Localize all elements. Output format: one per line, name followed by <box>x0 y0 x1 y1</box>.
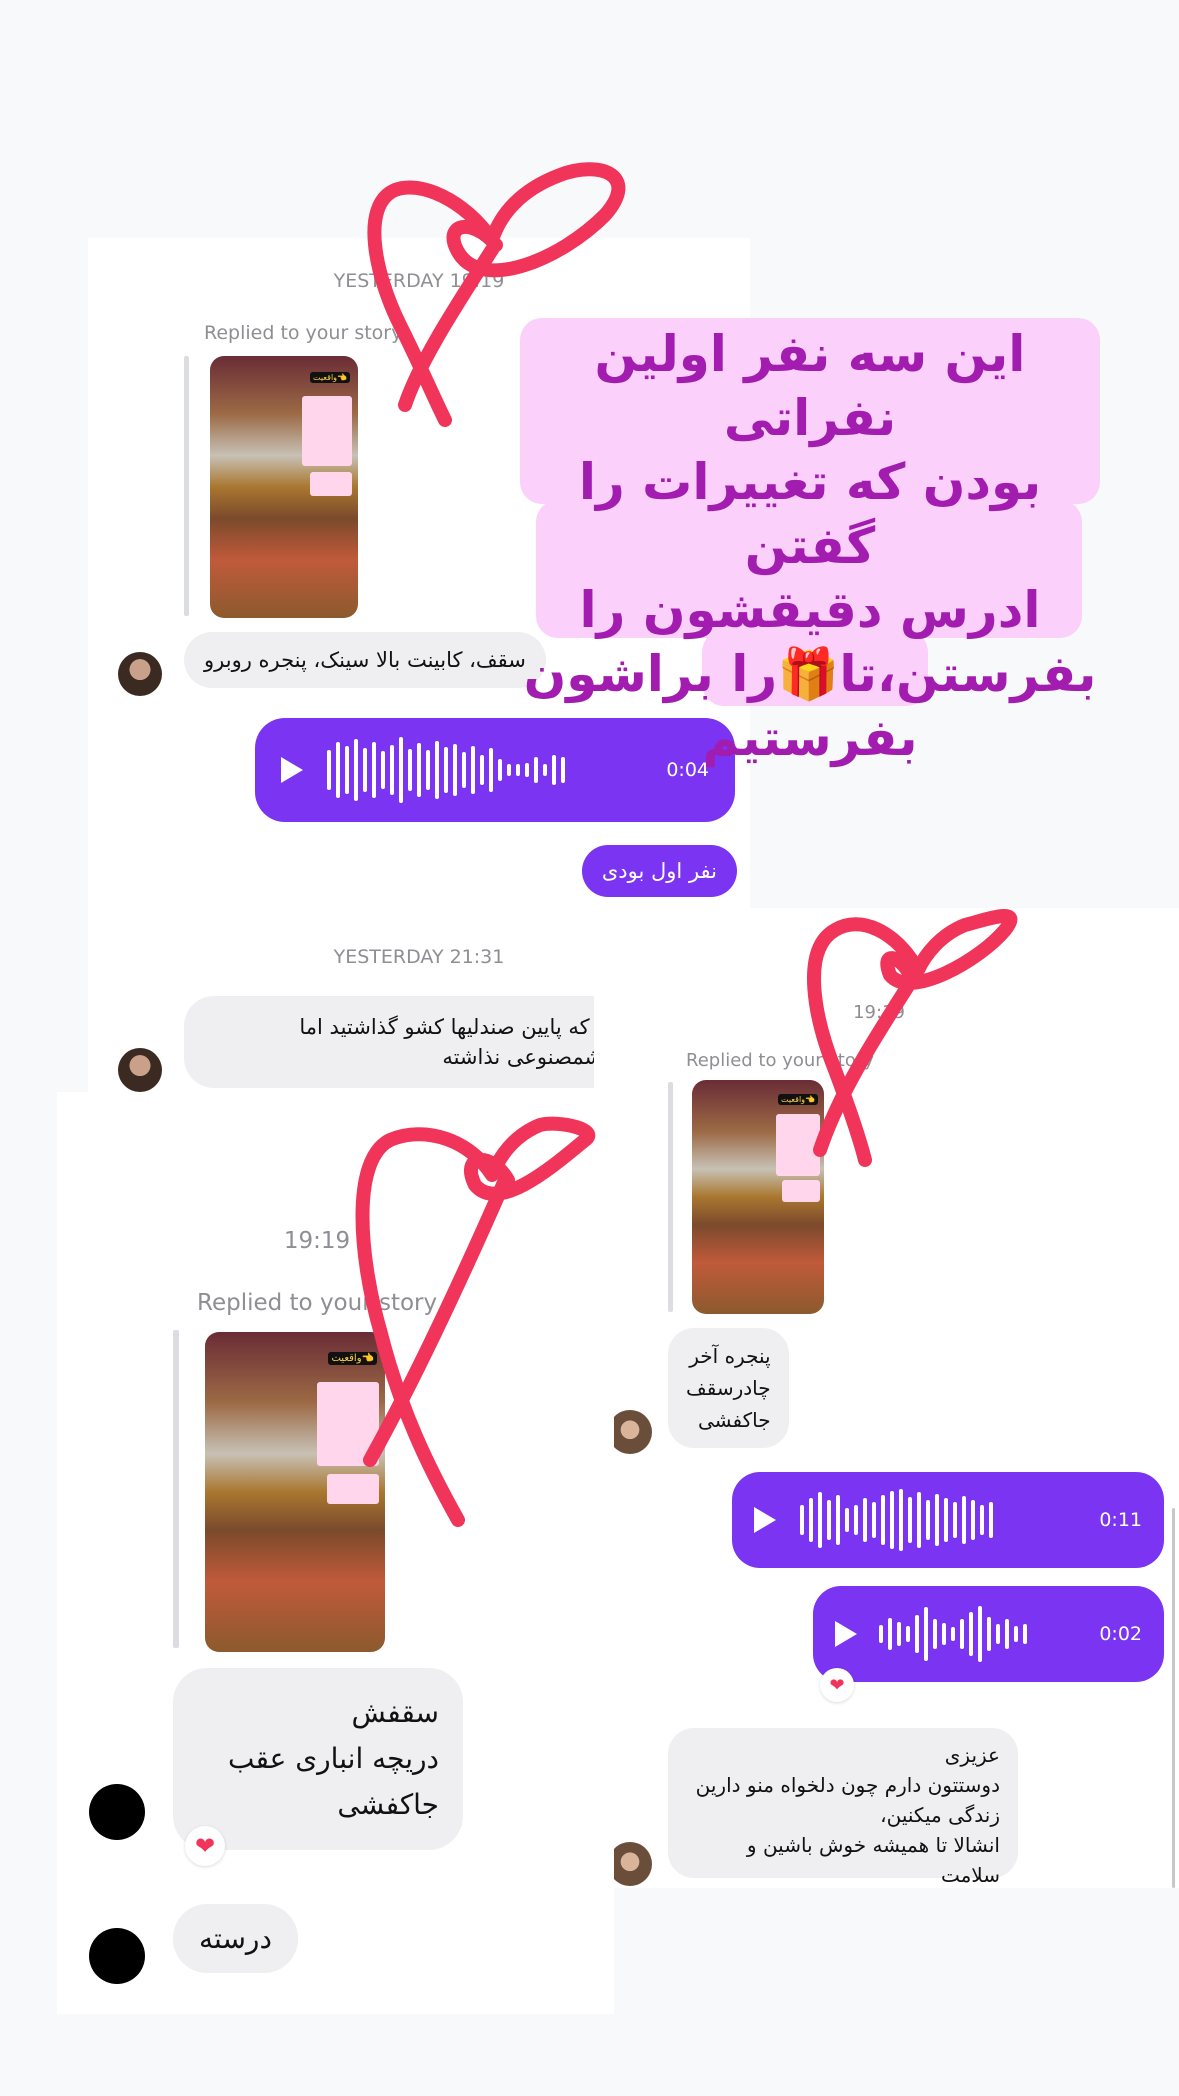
heart-drawing <box>355 162 1018 1527</box>
